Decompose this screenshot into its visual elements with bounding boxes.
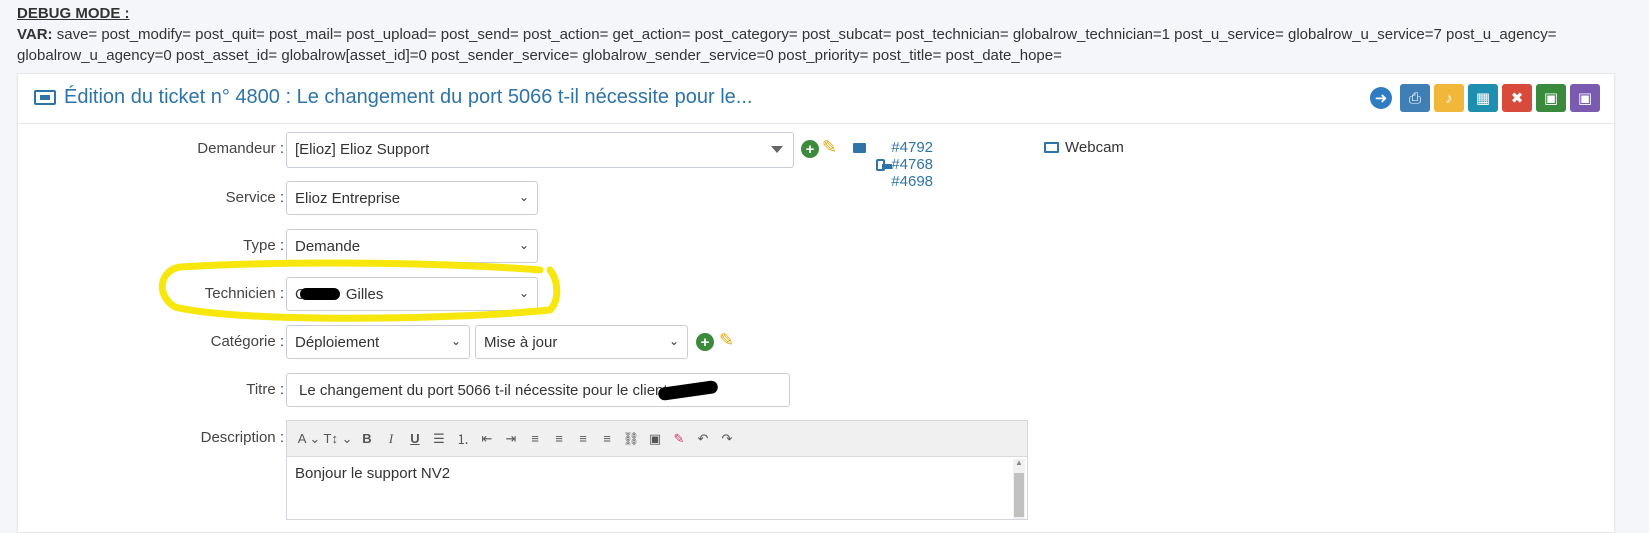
mail-icon[interactable]	[853, 143, 866, 153]
demandeur-select[interactable]: [Elioz] Elioz Support	[286, 132, 794, 168]
bullet-list-icon[interactable]: ☰	[427, 431, 451, 447]
technicien-label: Technicien :	[204, 285, 284, 302]
save-quit-button[interactable]: ▣	[1570, 84, 1600, 112]
align-right-icon[interactable]: ≡	[571, 431, 595, 446]
type-select[interactable]: Demande ⌄	[286, 229, 538, 263]
editor-content[interactable]: Bonjour le support NV2	[287, 457, 1027, 490]
back-icon[interactable]: ➜	[1370, 87, 1392, 109]
description-text: Bonjour le support NV2	[295, 465, 451, 482]
related-tickets-links[interactable]: #4792 #4768 #4698	[891, 139, 941, 190]
font-size-icon[interactable]: T↕ ⌄	[321, 431, 355, 447]
outdent-icon[interactable]: ⇤	[475, 431, 499, 447]
chevron-down-icon: ⌄	[668, 334, 679, 348]
caret-down-icon	[771, 146, 783, 153]
categorie-value: Déploiement	[295, 334, 380, 351]
underline-icon[interactable]: U	[403, 431, 427, 446]
webcam-label: Webcam	[1065, 139, 1124, 156]
notify-button[interactable]: ♪	[1434, 84, 1464, 112]
chevron-down-icon: ⌄	[518, 238, 529, 252]
debug-var-text: save= post_modify= post_quit= post_mail=…	[17, 26, 1557, 64]
calendar-button[interactable]: ▦	[1468, 84, 1498, 112]
scrollbar-thumb[interactable]	[1014, 473, 1024, 517]
description-editor: A ⌄ T↕ ⌄ B I U ☰ ⒈ ⇤ ⇥ ≡ ≡ ≡ ≡ ⛓ ▣ ✎ ↶ ↷…	[286, 420, 1028, 520]
debug-var-label: VAR:	[17, 26, 53, 43]
webcam-link[interactable]: Webcam	[1044, 139, 1124, 156]
editor-toolbar: A ⌄ T↕ ⌄ B I U ☰ ⒈ ⇤ ⇥ ≡ ≡ ≡ ≡ ⛓ ▣ ✎ ↶ ↷	[287, 421, 1027, 457]
image-icon[interactable]: ▣	[643, 431, 667, 447]
service-select[interactable]: Elioz Entreprise ⌄	[286, 181, 538, 215]
ticket-icon	[34, 90, 56, 105]
demandeur-label: Demandeur :	[197, 140, 284, 157]
bold-icon[interactable]: B	[355, 431, 379, 446]
editor-scrollbar[interactable]	[1013, 458, 1025, 519]
technicien-value-suffix: Gilles	[345, 286, 384, 303]
edit-category-icon[interactable]: ✎	[719, 330, 734, 351]
numbered-list-icon[interactable]: ⒈	[451, 429, 475, 448]
print-button[interactable]: ⎙	[1400, 84, 1430, 112]
chevron-down-icon: ⌄	[450, 334, 461, 348]
indent-icon[interactable]: ⇥	[499, 431, 523, 447]
related-tickets: #4792 #4768 #4698	[876, 139, 942, 190]
align-center-icon[interactable]: ≡	[547, 431, 571, 446]
description-label: Description :	[200, 429, 284, 446]
categorie-label: Catégorie :	[210, 333, 284, 350]
panel-header: Édition du ticket n° 4800 : Le changemen…	[18, 74, 1614, 124]
redo-icon[interactable]: ↷	[715, 431, 739, 447]
categorie-select[interactable]: Déploiement ⌄	[286, 325, 470, 359]
chevron-down-icon: ⌄	[518, 286, 529, 300]
subcategorie-select[interactable]: Mise à jour ⌄	[475, 325, 688, 359]
service-value: Elioz Entreprise	[295, 190, 401, 207]
link-icon[interactable]: ⛓	[619, 431, 643, 447]
demandeur-value: [Elioz] Elioz Support	[295, 141, 430, 158]
align-justify-icon[interactable]: ≡	[595, 431, 619, 446]
add-demandeur-icon[interactable]: +	[801, 140, 819, 158]
type-value: Demande	[295, 238, 361, 255]
chevron-down-icon: ⌄	[518, 190, 529, 204]
monitor-icon	[1044, 142, 1059, 153]
titre-value: Le changement du port 5066 t-il nécessit…	[299, 382, 668, 399]
save-button[interactable]: ▣	[1536, 84, 1566, 112]
subcategorie-value: Mise à jour	[484, 334, 558, 351]
debug-variables: VAR: save= post_modify= post_quit= post_…	[17, 24, 1637, 66]
italic-icon[interactable]: I	[379, 431, 403, 447]
font-color-icon[interactable]: A ⌄	[297, 431, 321, 447]
align-left-icon[interactable]: ≡	[523, 431, 547, 446]
page-title: Édition du ticket n° 4800 : Le changemen…	[34, 86, 752, 109]
page-title-text: Édition du ticket n° 4800 : Le changemen…	[64, 86, 753, 108]
undo-icon[interactable]: ↶	[691, 431, 715, 447]
debug-panel: DEBUG MODE : VAR: save= post_modify= pos…	[17, 3, 1637, 66]
delete-button[interactable]: ✖	[1502, 84, 1532, 112]
action-toolbar: ➜ ⎙ ♪ ▦ ✖ ▣ ▣	[1370, 84, 1600, 112]
service-label: Service :	[225, 189, 284, 206]
titre-label: Titre :	[246, 381, 284, 398]
ticket-edit-panel: Édition du ticket n° 4800 : Le changemen…	[17, 73, 1615, 533]
type-label: Type :	[243, 237, 284, 254]
ticket-icon	[876, 158, 893, 171]
eraser-icon[interactable]: ✎	[667, 431, 691, 447]
add-category-icon[interactable]: +	[696, 333, 714, 351]
redaction-mark	[300, 288, 340, 300]
edit-demandeur-icon[interactable]: ✎	[822, 137, 837, 158]
debug-title: DEBUG MODE :	[17, 5, 130, 22]
